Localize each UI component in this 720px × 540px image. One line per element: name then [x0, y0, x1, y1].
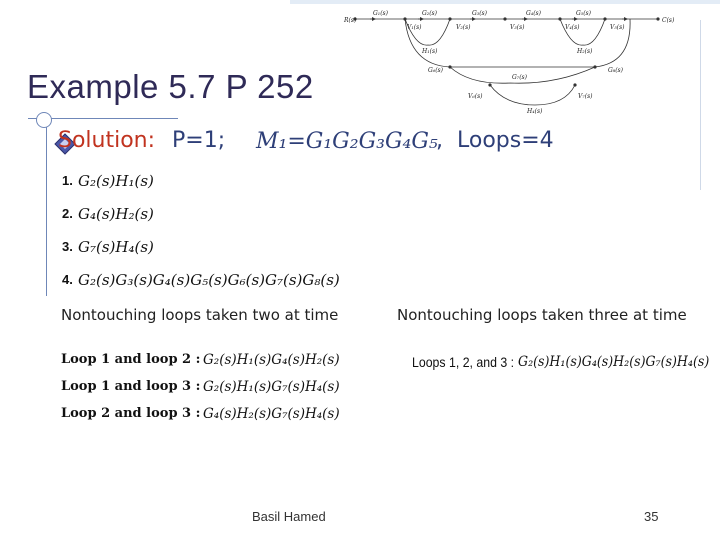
signal-flow-graph: R(s) G₁(s) V₁(s) G₂(s) V₂(s) G₃(s) V₃(s)… — [343, 10, 675, 115]
list-item: Loop 1 and loop 3 : G₂(s)H₁(s)G₇(s)H₄(s) — [61, 373, 340, 400]
sfg-label-h1: H₁(s) — [421, 48, 438, 55]
sfg-label-r: R(s) — [343, 17, 357, 24]
loop-expression: G₇(s)H₄(s) — [78, 237, 154, 256]
solution-comma: , — [436, 128, 443, 153]
sfg-label-g3: G₃(s) — [472, 10, 488, 17]
nontouching-two-heading: Nontouching loops taken two at time — [61, 306, 339, 324]
sfg-label-v5: V₅(s) — [610, 24, 625, 31]
sfg-label-g5: G₅(s) — [576, 10, 592, 17]
loop-expression: G₂(s)G₃(s)G₄(s)G₅(s)G₆(s)G₇(s)G₈(s) — [78, 270, 340, 289]
sfg-label-g1: G₁(s) — [373, 10, 389, 17]
loop-number: 4. — [62, 272, 73, 287]
sfg-label-g2: G₂(s) — [422, 10, 438, 17]
footer-author: Basil Hamed — [252, 509, 326, 524]
pair-label: Loop 1 and loop 3 : — [61, 379, 201, 394]
nontouching-three-heading: Nontouching loops taken three at time — [397, 306, 687, 324]
sfg-label-c: C(s) — [662, 17, 675, 24]
sfg-label-g8: G₈(s) — [608, 67, 624, 74]
p-value: P=1; — [172, 128, 226, 153]
frame-corner-circle-icon — [36, 112, 52, 128]
loop-number: 1. — [62, 173, 73, 188]
content-frame-line — [46, 118, 47, 296]
triple-expression: G₂(s)H₁(s)G₄(s)H₂(s)G₇(s)H₄(s) — [517, 354, 710, 370]
list-item: 4. G₂(s)G₃(s)G₄(s)G₅(s)G₆(s)G₇(s)G₈(s) — [62, 263, 362, 296]
pair-expression: G₄(s)H₂(s)G₇(s)H₄(s) — [203, 405, 340, 422]
forward-path-equation: M₁=G₁G₂G₃G₄G₅ — [256, 129, 438, 154]
loop-number: 3. — [62, 239, 73, 254]
sfg-label-g7: G₇(s) — [512, 74, 528, 81]
loop-list: 1. G₂(s)H₁(s) 2. G₄(s)H₂(s) 3. G₇(s)H₄(s… — [62, 164, 362, 296]
slide-title: Example 5.7 P 252 — [27, 68, 314, 105]
sfg-label-g6: G₆(s) — [428, 67, 444, 74]
triple-label: Loops 1, 2, and 3 : — [412, 354, 515, 370]
list-item: 2. G₄(s)H₂(s) — [62, 197, 362, 230]
loop-number: 2. — [62, 206, 73, 221]
sfg-label-v7: V₇(s) — [578, 93, 593, 100]
sfg-label-v3: V₃(s) — [510, 24, 525, 31]
sfg-label-v6: V₆(s) — [468, 93, 483, 100]
loop-expression: G₄(s)H₂(s) — [78, 204, 154, 223]
solution-label: Solution: — [58, 128, 156, 153]
page-number: 35 — [644, 509, 659, 524]
sfg-label-v4: V₄(s) — [565, 24, 580, 31]
sfg-label-h4: H₄(s) — [526, 108, 543, 115]
nontouching-triple: Loops 1, 2, and 3 : G₂(s)H₁(s)G₄(s)H₂(s)… — [412, 354, 720, 370]
pair-label: Loop 1 and loop 2 : — [61, 352, 201, 367]
loop-expression: G₂(s)H₁(s) — [78, 171, 154, 190]
nontouching-pairs-list: Loop 1 and loop 2 : G₂(s)H₁(s)G₄(s)H₂(s)… — [61, 346, 340, 427]
list-item: 1. G₂(s)H₁(s) — [62, 164, 362, 197]
sfg-label-v2: V₂(s) — [456, 24, 471, 31]
top-decorative-band — [290, 0, 720, 4]
loops-count: Loops=4 — [457, 128, 554, 153]
sfg-label-g4: G₄(s) — [526, 10, 542, 17]
sfg-label-h2: H₂(s) — [576, 48, 593, 55]
pair-expression: G₂(s)H₁(s)G₄(s)H₂(s) — [203, 351, 340, 368]
list-item: Loop 1 and loop 2 : G₂(s)H₁(s)G₄(s)H₂(s) — [61, 346, 340, 373]
list-item: 3. G₇(s)H₄(s) — [62, 230, 362, 263]
pair-expression: G₂(s)H₁(s)G₇(s)H₄(s) — [203, 378, 340, 395]
list-item: Loop 2 and loop 3 : G₄(s)H₂(s)G₇(s)H₄(s) — [61, 400, 340, 427]
pair-label: Loop 2 and loop 3 : — [61, 406, 201, 421]
sfg-label-v1: V₁(s) — [407, 24, 422, 31]
